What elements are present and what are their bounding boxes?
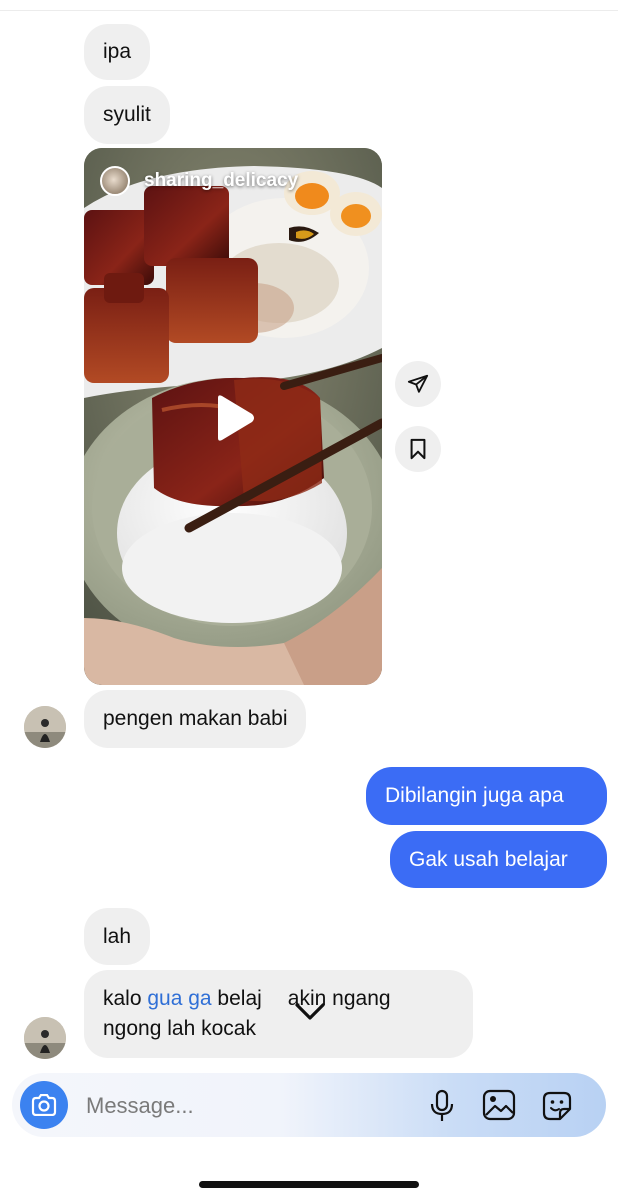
bookmark-icon (410, 438, 426, 460)
message-bubble-incoming[interactable]: lah (84, 908, 151, 965)
avatar-image (24, 1017, 66, 1059)
play-icon[interactable] (212, 394, 256, 442)
image-icon[interactable] (482, 1089, 516, 1121)
message-text: ipa (103, 40, 132, 63)
message-text: Dibilangin juga apa (385, 784, 564, 807)
share-reel-button[interactable] (395, 361, 441, 407)
message-bubble-outgoing[interactable]: Dibilangin juga apa (366, 767, 607, 825)
save-reel-button[interactable] (395, 426, 441, 472)
message-text: belaj (211, 987, 262, 1010)
camera-button[interactable] (20, 1081, 68, 1129)
message-bubble-incoming[interactable]: ipa (84, 24, 151, 80)
message-text: Gak usah belajar (409, 848, 568, 871)
reel-username[interactable]: sharing_delicacy (144, 170, 298, 192)
reel-header[interactable]: sharing_delicacy (100, 166, 298, 196)
message-text: pengen makan babi (103, 707, 288, 730)
paper-plane-icon (407, 374, 429, 393)
shared-reel-card[interactable]: sharing_delicacy (84, 148, 382, 685)
message-input[interactable] (84, 1089, 388, 1123)
reel-author-avatar[interactable] (100, 166, 130, 196)
message-bubble-incoming[interactable]: kalo gua ga belaj akin ngang ngong lah ko… (84, 970, 473, 1058)
message-text: kalo (103, 987, 148, 1010)
camera-icon (31, 1094, 57, 1116)
message-line: ngong lah kocak (103, 1017, 256, 1040)
message-bubble-incoming[interactable]: syulit (84, 86, 170, 144)
message-composer (12, 1073, 606, 1137)
message-line: kalo gua ga belaj akin ngang (103, 984, 454, 1014)
avatar-image (24, 706, 66, 748)
header-divider (0, 10, 618, 11)
message-bubble-outgoing[interactable]: Gak usah belajar (390, 831, 607, 888)
microphone-icon[interactable] (428, 1089, 456, 1123)
message-text: syulit (103, 103, 151, 126)
message-bubble-incoming[interactable]: pengen makan babi (84, 690, 307, 748)
sender-avatar[interactable] (24, 1017, 66, 1059)
message-link[interactable]: gua ga (147, 987, 211, 1010)
sender-avatar[interactable] (24, 706, 66, 748)
chevron-down-icon[interactable] (294, 1001, 326, 1023)
sticker-icon[interactable] (540, 1089, 574, 1123)
message-text: lah (103, 925, 132, 948)
home-indicator[interactable] (199, 1181, 419, 1188)
